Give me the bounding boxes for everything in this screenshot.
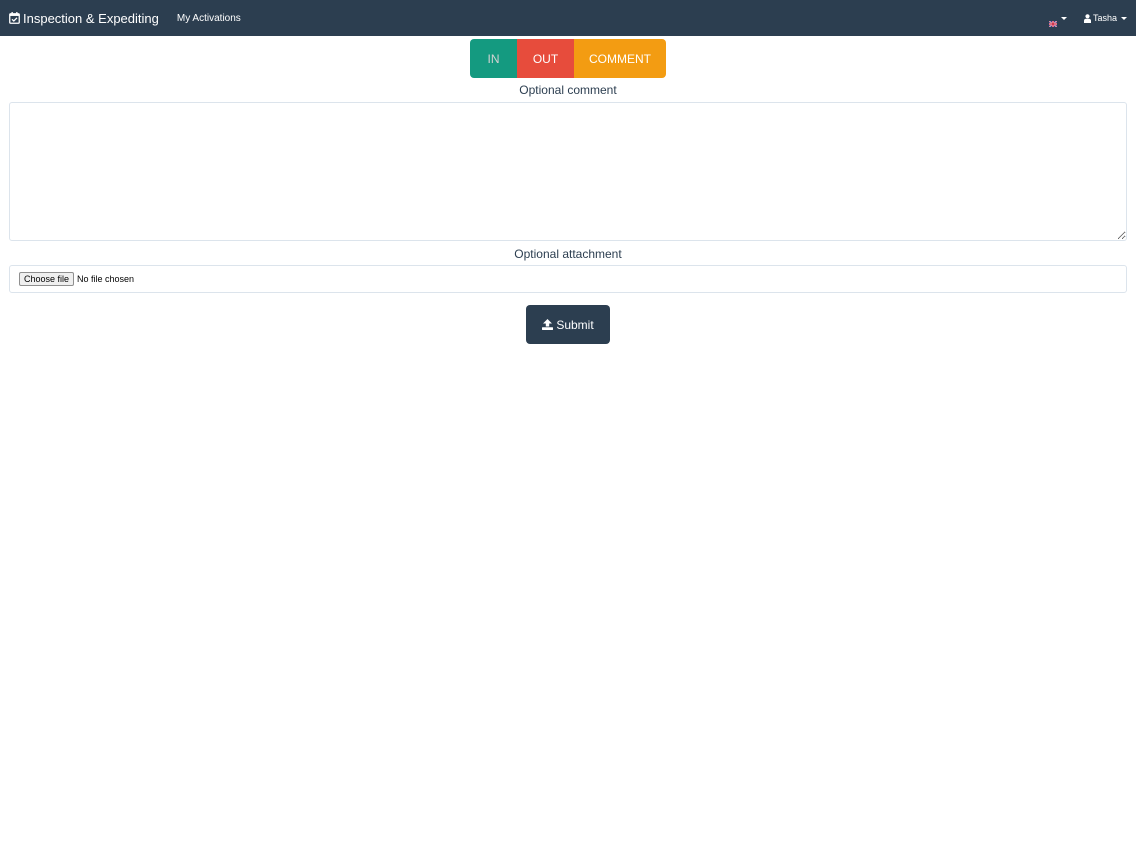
submit-label: Submit <box>556 317 594 332</box>
user-icon <box>1083 13 1091 23</box>
comment-textarea[interactable] <box>9 102 1127 241</box>
attachment-label: Optional attachment <box>514 247 622 261</box>
calendar-check-icon <box>9 12 20 24</box>
brand-link[interactable]: Inspection & Expediting <box>0 0 159 36</box>
nav-my-activations[interactable]: My Activations <box>177 0 241 36</box>
brand-title: Inspection & Expediting <box>23 10 159 26</box>
navbar-right: Tasha <box>1048 0 1136 36</box>
mode-button-group: IN OUT COMMENT <box>470 39 666 78</box>
user-menu[interactable]: Tasha <box>1083 13 1127 23</box>
out-button[interactable]: OUT <box>517 39 574 78</box>
top-navbar: Inspection & Expediting My Activations T… <box>0 0 1136 36</box>
comment-button[interactable]: COMMENT <box>574 39 666 78</box>
chevron-down-icon <box>1121 16 1127 20</box>
uk-flag-icon <box>1048 15 1058 28</box>
choose-file-button[interactable]: Choose file <box>19 272 75 286</box>
attachment-file-input: Choose file No file chosen <box>9 265 1127 293</box>
upload-icon <box>542 319 554 330</box>
in-button[interactable]: IN <box>470 39 517 78</box>
language-dropdown[interactable] <box>1048 15 1067 28</box>
file-status-text: No file chosen <box>77 274 135 284</box>
comment-label: Optional comment <box>519 83 617 97</box>
submit-button[interactable]: Submit <box>526 305 610 344</box>
user-name: Tasha <box>1092 13 1117 23</box>
chevron-down-icon <box>1060 16 1067 20</box>
